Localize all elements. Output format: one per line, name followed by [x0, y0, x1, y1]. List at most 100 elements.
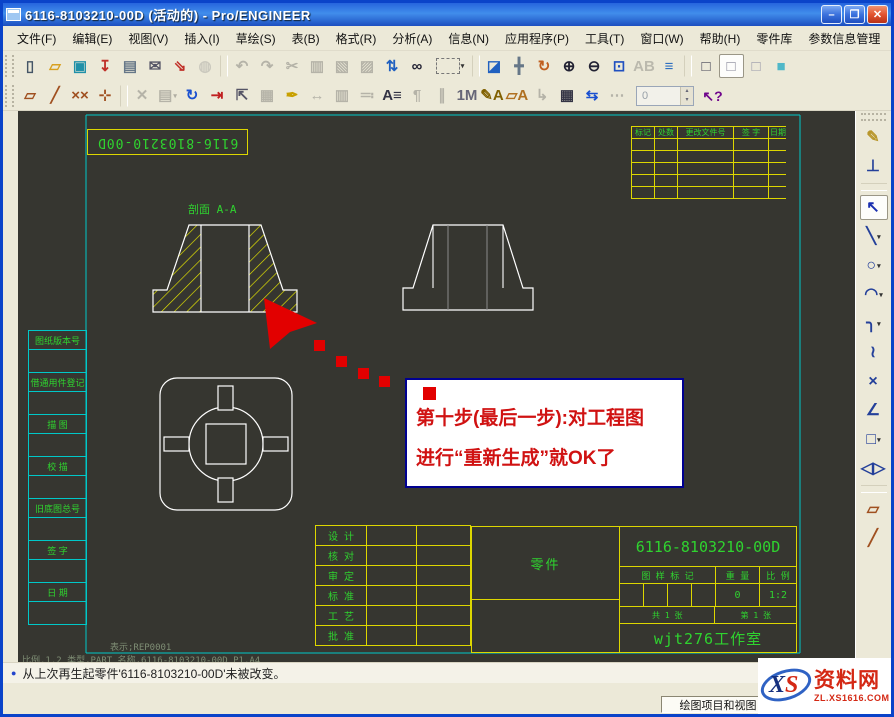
窗口(W)[interactable]: 窗口(W) — [632, 27, 691, 50]
toolbar-grip[interactable] — [5, 55, 14, 77]
toolbar-grip[interactable] — [861, 113, 886, 121]
save-icon[interactable]: ▣ — [68, 54, 93, 78]
datum-axis-icon[interactable]: ╱ — [860, 526, 888, 551]
separator[interactable] — [472, 55, 480, 77]
create-note-icon[interactable]: ✎A — [480, 84, 505, 108]
regenerate-icon[interactable]: ↻ — [180, 84, 205, 108]
应用程序(P)[interactable]: 应用程序(P) — [497, 27, 577, 50]
spin-center-icon[interactable]: ╋ — [507, 54, 532, 78]
dim-format-icon[interactable]: 1M — [455, 84, 480, 108]
cut-icon[interactable]: ✂ — [280, 54, 305, 78]
note-toggle-icon[interactable]: ¶ — [405, 84, 430, 108]
datum-axis-display-icon[interactable]: ╱ — [43, 84, 68, 108]
erase-icon[interactable]: ✕ — [130, 84, 155, 108]
文件(F)[interactable]: 文件(F) — [9, 27, 64, 50]
move-to-sheet-icon[interactable]: ↳ — [530, 84, 555, 108]
cleanup-dimensions-icon[interactable]: ✒ — [280, 84, 305, 108]
open-folder-icon[interactable]: ▱ — [43, 54, 68, 78]
帮助(H)[interactable]: 帮助(H) — [692, 27, 749, 50]
separator[interactable] — [684, 55, 692, 77]
datum-plane-display-icon[interactable]: ▱ — [18, 84, 43, 108]
update-sheets-icon[interactable]: ⇥ — [205, 84, 230, 108]
编辑(E)[interactable]: 编辑(E) — [64, 27, 120, 50]
separator[interactable] — [120, 85, 128, 107]
point-tool-icon[interactable]: × — [860, 369, 888, 394]
插入(I)[interactable]: 插入(I) — [176, 27, 227, 50]
circle-tool-icon[interactable]: ○ ▾ — [860, 253, 888, 278]
annotation-icon[interactable]: A≡ — [380, 84, 405, 108]
格式(R)[interactable]: 格式(R) — [328, 27, 385, 50]
layers-icon[interactable]: ≡ — [657, 54, 682, 78]
update-table-icon[interactable]: ⇆ — [580, 84, 605, 108]
arc-tool-icon[interactable]: ◠ ▾ — [860, 282, 888, 307]
no-hidden-icon[interactable]: □ — [744, 54, 769, 78]
table-settings-icon[interactable]: ⋯ — [605, 84, 630, 108]
csys-display-icon[interactable]: ⊹ — [93, 84, 118, 108]
spinner-up-icon[interactable]: ▴ — [681, 87, 693, 96]
zoom-refit-icon[interactable]: ⊡ — [607, 54, 632, 78]
print-icon[interactable]: ▤ — [118, 54, 143, 78]
dimension-icon[interactable]: ↔ — [305, 84, 330, 108]
分析(A)[interactable]: 分析(A) — [384, 27, 440, 50]
table-wrap-icon[interactable]: ▥ — [330, 84, 355, 108]
datum-point-display-icon[interactable]: ×× — [68, 84, 93, 108]
snap-lines-icon[interactable]: ∥ — [430, 84, 455, 108]
close-button[interactable]: ✕ — [867, 5, 888, 24]
create-table-icon[interactable]: ▦ — [555, 84, 580, 108]
toolbar-grip[interactable] — [5, 85, 14, 107]
edit-list-icon[interactable]: ▤ ▾ — [155, 84, 180, 108]
sort-icon[interactable]: ≕ — [355, 84, 380, 108]
reorient-icon[interactable]: ↻ — [532, 54, 557, 78]
datum-plane-icon[interactable]: ▱ — [860, 497, 888, 522]
new-file-icon[interactable]: ▯ — [18, 54, 43, 78]
rectangle-tool-icon[interactable]: □ ▾ — [860, 427, 888, 452]
export-pdf-icon[interactable]: ↧ — [93, 54, 118, 78]
maximize-button[interactable]: ❐ — [844, 5, 865, 24]
fillet-tool-icon[interactable]: ╮ ▾ — [860, 311, 888, 336]
refresh-list-icon[interactable]: ⇅ — [380, 54, 405, 78]
spline-tool-icon[interactable]: ≀ — [860, 340, 888, 365]
mirror-icon[interactable]: ◁▷ — [860, 456, 888, 481]
drawing-canvas[interactable]: 剖面 A-A — [18, 111, 855, 662]
saved-views-icon[interactable]: AB — [632, 54, 657, 78]
annotate-sketch-icon[interactable]: ✎ — [860, 125, 888, 150]
find-icon[interactable]: ∞ — [405, 54, 430, 78]
表(B)[interactable]: 表(B) — [284, 27, 328, 50]
lock-view-movement-icon[interactable]: ⇱ — [230, 84, 255, 108]
信息(N)[interactable]: 信息(N) — [440, 27, 497, 50]
hidden-line-icon[interactable]: □ — [719, 54, 744, 78]
wireframe-icon[interactable]: □ — [694, 54, 719, 78]
value-spinner[interactable]: 0 ▴ ▾ — [636, 86, 694, 106]
草绘(S)[interactable]: 草绘(S) — [228, 27, 284, 50]
minimize-button[interactable]: – — [821, 5, 842, 24]
annotation-note[interactable]: 第十步(最后一步):对工程图 进行“重新生成”就OK了 — [405, 378, 684, 488]
line-tool-icon[interactable]: ╲ ▾ — [860, 224, 888, 249]
web-publish-icon[interactable]: ◍ — [193, 54, 218, 78]
pdf-doc-icon[interactable]: ⇘ — [168, 54, 193, 78]
shade-display-icon[interactable]: ◪ — [482, 54, 507, 78]
select-arrow-icon[interactable]: ↖ — [860, 195, 888, 220]
参数信息管理[interactable]: 参数信息管理 — [800, 27, 888, 50]
zoom-out-icon[interactable]: ⊖ — [582, 54, 607, 78]
note-file-icon[interactable]: ▱A — [505, 84, 530, 108]
paste-icon[interactable]: ▧ — [330, 54, 355, 78]
constraint-icon[interactable]: ⊥ — [860, 154, 888, 179]
separator[interactable] — [861, 485, 887, 493]
table-display-icon[interactable]: ▦ — [255, 84, 280, 108]
selection-filter-box[interactable]: ▾ — [430, 54, 470, 78]
context-help-icon[interactable]: ↖? — [700, 84, 725, 108]
spinner-down-icon[interactable]: ▾ — [681, 96, 693, 105]
edge-entity-icon[interactable]: ∠ — [860, 398, 888, 423]
shaded-icon[interactable]: ■ — [769, 54, 794, 78]
separator[interactable] — [220, 55, 228, 77]
视图(V)[interactable]: 视图(V) — [120, 27, 176, 50]
undo-icon[interactable]: ↶ — [230, 54, 255, 78]
zoom-in-icon[interactable]: ⊕ — [557, 54, 582, 78]
零件库[interactable]: 零件库 — [748, 27, 800, 50]
paste-special-icon[interactable]: ▨ — [355, 54, 380, 78]
separator[interactable] — [861, 183, 887, 191]
send-email-icon[interactable]: ✉ — [143, 54, 168, 78]
工具(T)[interactable]: 工具(T) — [577, 27, 632, 50]
redo-icon[interactable]: ↷ — [255, 54, 280, 78]
copy-icon[interactable]: ▥ — [305, 54, 330, 78]
